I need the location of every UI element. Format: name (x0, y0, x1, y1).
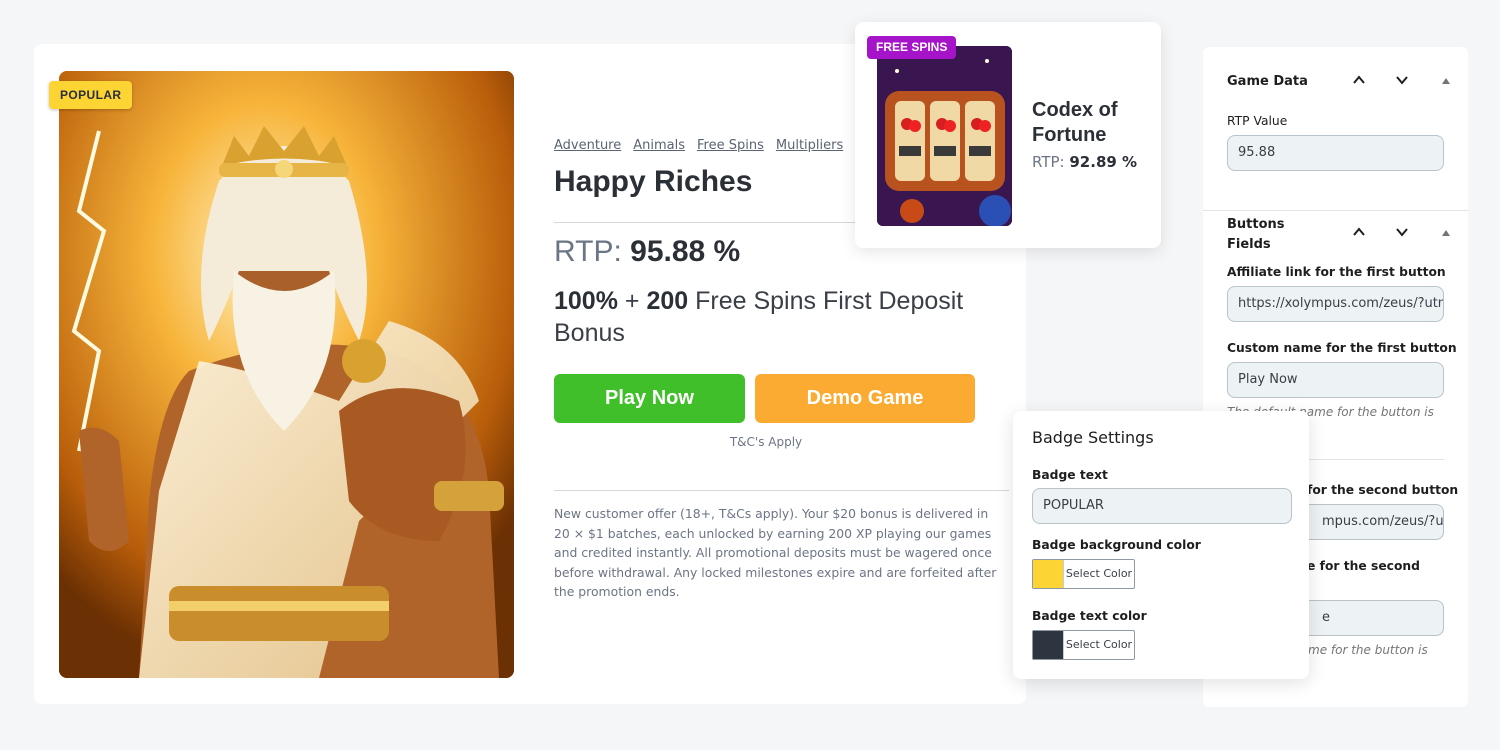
badge-text-color-label: Badge text color (1032, 609, 1147, 623)
terms-apply-text: T&C's Apply (729, 435, 803, 449)
bonus-plus: + (617, 287, 647, 315)
buttons-fields-heading-line2: Fields (1227, 237, 1271, 252)
tag-adventure[interactable]: Adventure (554, 138, 621, 153)
offer-disclaimer: New customer offer (18+, T&Cs apply). Yo… (554, 506, 997, 600)
bonus-text: 100% + 200 Free Spins First Deposit Bonu… (554, 285, 1009, 349)
chevron-down-icon (1396, 76, 1408, 85)
rtp-label: RTP: (554, 235, 622, 268)
codex-image (877, 46, 1012, 226)
badge-text-input[interactable]: POPULAR (1032, 488, 1292, 524)
move-down-button[interactable] (1394, 224, 1410, 244)
tag-free-spins[interactable]: Free Spins (697, 138, 764, 153)
section-divider (1203, 210, 1468, 211)
move-up-button[interactable] (1351, 72, 1367, 92)
popular-badge: POPULAR (49, 81, 133, 109)
codex-title: Codex of Fortune (1032, 99, 1118, 146)
game-data-heading: Game Data (1227, 74, 1308, 89)
affiliate-link-1-input[interactable]: https://xolympus.com/zeus/?utm (1227, 286, 1444, 322)
collapse-toggle[interactable] (1441, 74, 1451, 90)
codex-rtp-label: RTP: (1032, 153, 1065, 171)
chevron-up-icon (1353, 75, 1365, 84)
free-spins-badge: FREE SPINS (867, 36, 957, 59)
buttons-fields-heading-line1: Buttons (1227, 217, 1285, 232)
badge-bg-color-picker[interactable]: Select Color (1032, 559, 1135, 589)
select-color-button[interactable]: Select Color (1063, 631, 1134, 659)
rtp-value-input[interactable]: 95.88 (1227, 135, 1444, 171)
bg-color-swatch (1033, 560, 1063, 588)
rtp-value-label: RTP Value (1227, 114, 1288, 128)
tag-multipliers[interactable]: Multipliers (776, 138, 843, 153)
badge-text-color-picker[interactable]: Select Color (1032, 630, 1135, 660)
game-hero-image (59, 71, 514, 678)
codex-rtp: RTP: 92.89 % (1032, 153, 1137, 171)
select-color-button[interactable]: Select Color (1063, 560, 1134, 588)
collapse-toggle[interactable] (1441, 226, 1451, 242)
button-1-name-input[interactable]: Play Now (1227, 362, 1444, 398)
caret-up-icon (1442, 78, 1450, 84)
move-up-button[interactable] (1351, 224, 1367, 244)
demo-game-button[interactable]: Demo Game (755, 374, 975, 423)
cta-buttons: Play Now Demo Game (554, 374, 1009, 423)
text-color-swatch (1033, 631, 1063, 659)
badge-settings-title: Badge Settings (1032, 428, 1154, 447)
affiliate-link-2-label: for the second button (1307, 483, 1459, 497)
move-down-button[interactable] (1394, 72, 1410, 92)
zeus-illustration-icon (59, 71, 514, 678)
chevron-down-icon (1396, 228, 1408, 237)
badge-bg-color-label: Badge background color (1032, 538, 1201, 552)
buttons-fields-heading: Buttons Fields (1227, 215, 1285, 255)
badge-text-label: Badge text (1032, 468, 1108, 482)
button-1-name-label: Custom name for the first button (1227, 341, 1457, 355)
bonus-percent: 100% (554, 287, 618, 315)
button-2-name-label: e for the second (1307, 559, 1420, 573)
button-2-name-help: me for the button is (1308, 643, 1428, 657)
play-now-button[interactable]: Play Now (554, 374, 745, 423)
slot-machine-icon (877, 46, 1012, 226)
affiliate-link-1-label: Affiliate link for the first button (1227, 265, 1446, 279)
rtp-value: 95.88 % (630, 235, 741, 268)
caret-up-icon (1442, 230, 1450, 236)
chevron-up-icon (1353, 227, 1365, 236)
divider (554, 490, 1009, 491)
codex-game-card[interactable]: FREE SPINS Codex of Fortune RTP: 92.89 % (855, 22, 1161, 248)
codex-rtp-value: 92.89 % (1069, 153, 1138, 171)
bonus-spins: 200 (646, 287, 689, 315)
badge-settings-popover: Badge Settings Badge text POPULAR Badge … (1013, 411, 1309, 679)
tag-animals[interactable]: Animals (633, 138, 685, 153)
